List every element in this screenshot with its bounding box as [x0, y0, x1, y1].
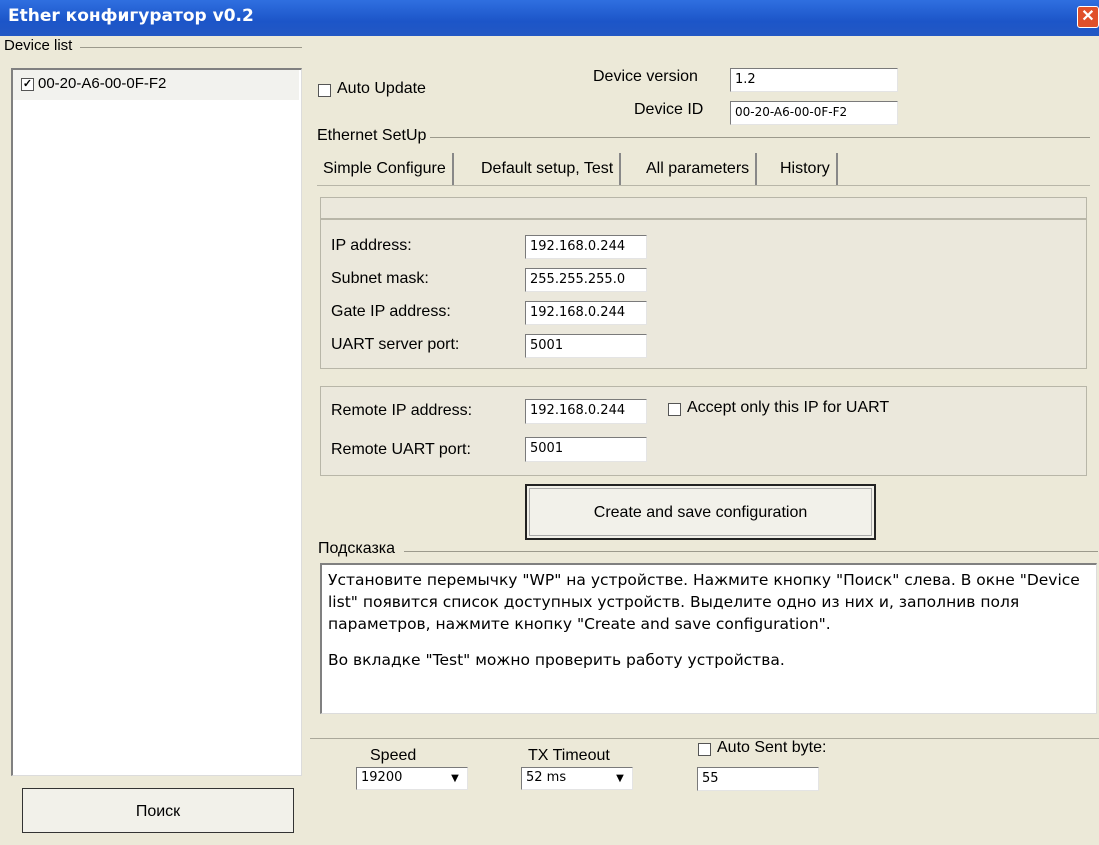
device-id-field: 00-20-A6-00-0F-F2: [730, 101, 898, 125]
ip-address-label: IP address:: [331, 237, 412, 254]
device-id-label: Device ID: [634, 101, 704, 118]
auto-sent-label: Auto Sent byte:: [717, 739, 827, 756]
uart-port-label: UART server port:: [331, 336, 460, 353]
device-list-group-line: [80, 47, 302, 48]
remote-ip-field[interactable]: 192.168.0.244: [525, 399, 647, 424]
speed-select[interactable]: 19200 ▼: [356, 767, 468, 790]
device-item-label: 00-20-A6-00-0F-F2: [38, 75, 167, 92]
tab-default-setup-test[interactable]: Default setup, Test: [475, 153, 622, 185]
hint-group-label: Подсказка: [318, 540, 396, 557]
speed-label: Speed: [370, 747, 417, 764]
uart-port-field[interactable]: 5001: [525, 334, 647, 358]
tab-all-parameters[interactable]: All parameters: [640, 153, 758, 185]
auto-update-checkbox[interactable]: [318, 84, 331, 97]
accept-only-ip-label: Accept only this IP for UART: [687, 399, 890, 416]
ip-address-field[interactable]: 192.168.0.244: [525, 235, 647, 259]
gate-ip-label: Gate IP address:: [331, 303, 451, 320]
auto-update-label: Auto Update: [337, 80, 426, 97]
device-list[interactable]: ✓ 00-20-A6-00-0F-F2: [11, 68, 302, 776]
tx-timeout-dropdown-arrow-icon[interactable]: ▼: [612, 771, 628, 787]
device-version-field: 1.2: [730, 68, 898, 92]
device-version-label: Device version: [593, 68, 698, 85]
tab-strip-line: [317, 185, 1090, 186]
auto-sent-field[interactable]: 55: [697, 767, 819, 791]
hint-group-line: [404, 551, 1098, 552]
search-button[interactable]: Поиск: [22, 788, 294, 833]
tx-timeout-select[interactable]: 52 ms ▼: [521, 767, 633, 790]
window-title: Ether конфигуратор v0.2: [8, 6, 254, 26]
bottom-divider: [310, 738, 1099, 739]
tx-timeout-value: 52 ms: [526, 770, 567, 785]
speed-dropdown-arrow-icon[interactable]: ▼: [447, 771, 463, 787]
remote-port-field[interactable]: 5001: [525, 437, 647, 462]
subnet-mask-field[interactable]: 255.255.255.0: [525, 268, 647, 292]
tab-history[interactable]: History: [774, 153, 838, 185]
top-spacer-panel: [320, 197, 1087, 219]
hint-text-box: Установите перемычку "WP" на устройстве.…: [320, 563, 1097, 714]
remote-port-label: Remote UART port:: [331, 441, 471, 458]
gate-ip-field[interactable]: 192.168.0.244: [525, 301, 647, 325]
ethernet-setup-label: Ethernet SetUp: [317, 127, 427, 144]
hint-paragraph-2: Во вкладке "Test" можно проверить работу…: [328, 651, 785, 669]
create-save-configuration-button[interactable]: Create and save configuration: [525, 484, 876, 540]
tx-timeout-label: TX Timeout: [528, 747, 610, 764]
subnet-mask-label: Subnet mask:: [331, 270, 429, 287]
device-list-group-label: Device list: [4, 37, 73, 54]
list-item[interactable]: ✓ 00-20-A6-00-0F-F2: [13, 70, 299, 100]
tab-simple-configure[interactable]: Simple Configure: [317, 153, 454, 185]
ethernet-group-line: [430, 137, 1090, 138]
speed-value: 19200: [361, 770, 403, 785]
device-checkbox[interactable]: ✓: [21, 78, 34, 91]
hint-paragraph-1: Установите перемычку "WP" на устройстве.…: [328, 571, 1080, 633]
close-button[interactable]: ✕: [1077, 6, 1099, 28]
auto-sent-checkbox[interactable]: [698, 743, 711, 756]
accept-only-ip-checkbox[interactable]: [668, 403, 681, 416]
remote-ip-label: Remote IP address:: [331, 402, 473, 419]
